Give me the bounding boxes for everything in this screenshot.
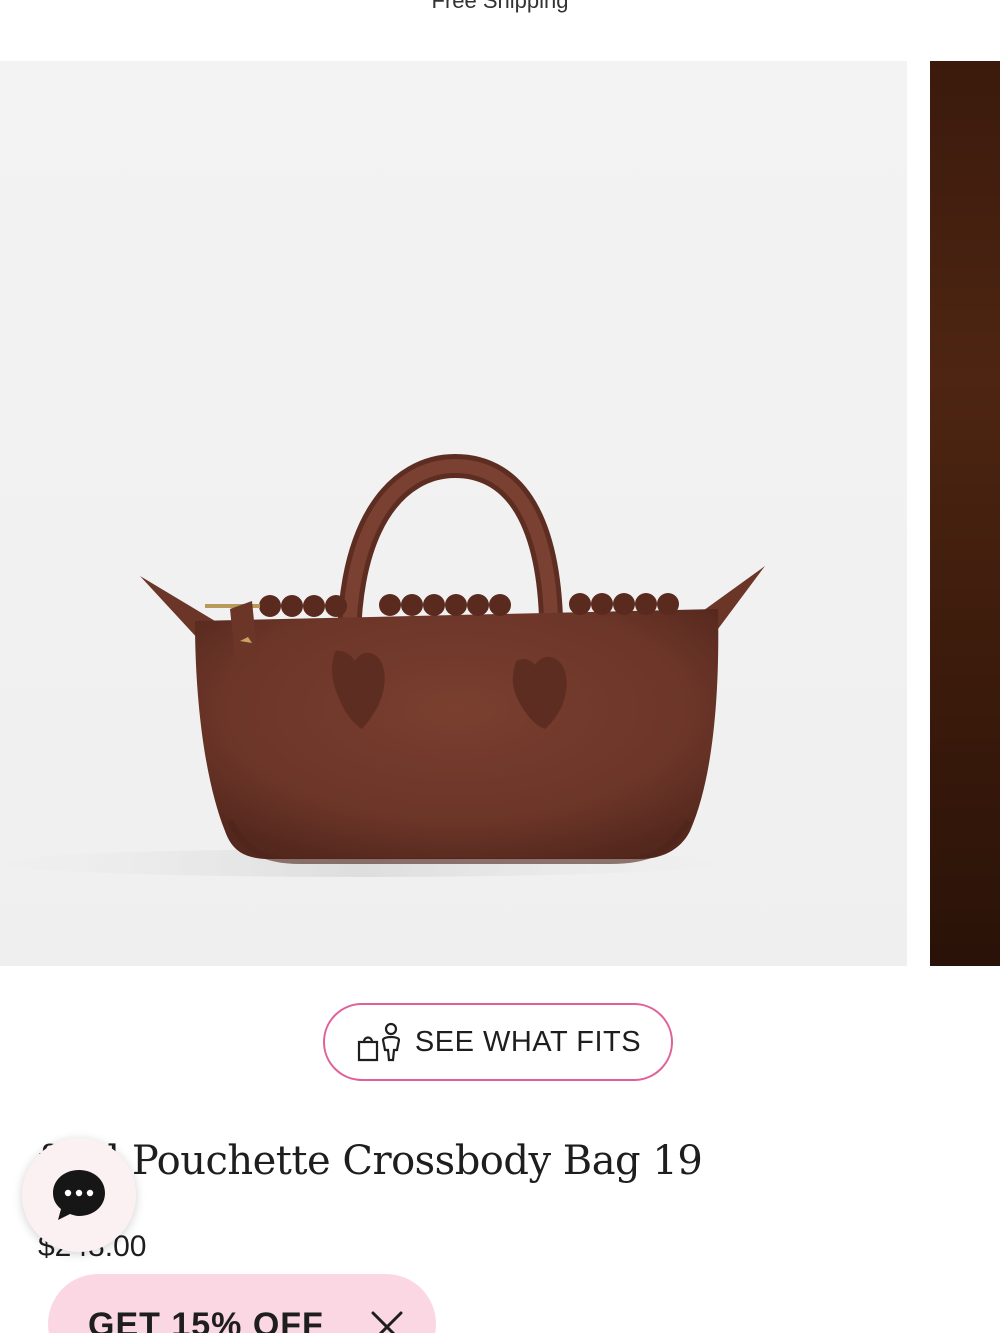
product-title: ford Pouchette Crossbody Bag 19 — [38, 1138, 703, 1184]
close-icon[interactable] — [370, 1310, 404, 1333]
bag-person-icon — [357, 1022, 401, 1062]
see-what-fits-label: SEE WHAT FITS — [414, 1025, 642, 1058]
see-what-fits-button[interactable]: SEE WHAT FITS — [323, 1003, 673, 1081]
product-image-next[interactable] — [930, 61, 1000, 966]
discount-promo-banner[interactable]: GET 15% OFF — [48, 1274, 436, 1333]
bag-image — [0, 453, 765, 877]
product-image-main[interactable] — [0, 61, 907, 966]
header-text: Free Shipping — [431, 0, 569, 13]
chat-icon — [53, 1170, 105, 1220]
promo-label: GET 15% OFF — [88, 1306, 324, 1333]
chat-button[interactable] — [22, 1138, 136, 1252]
product-image-carousel[interactable] — [0, 61, 1000, 966]
top-header-strip: Free Shipping — [0, 0, 1000, 60]
